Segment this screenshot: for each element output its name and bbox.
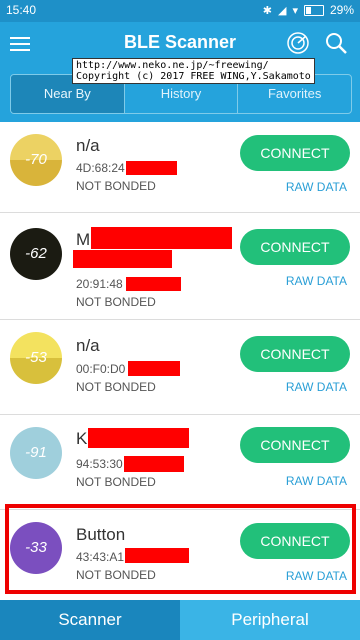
rssi-badge: -62 <box>10 228 62 280</box>
bond-status: NOT BONDED <box>76 380 156 394</box>
device-row[interactable]: -91 K 94:53:30 NOT BONDED CONNECT RAW DA… <box>0 415 360 510</box>
connect-button[interactable]: CONNECT <box>240 135 350 171</box>
search-icon[interactable] <box>324 31 348 55</box>
device-address: 94:53:30 <box>76 457 123 471</box>
device-row[interactable]: -62 M 20:91:48 NOT BONDED CONNECT RAW DA… <box>0 213 360 320</box>
device-row[interactable]: -53 n/a 00:F0:D0 NOT BONDED CONNECT RAW … <box>0 320 360 415</box>
rssi-badge: -91 <box>10 427 62 479</box>
raw-data-link[interactable]: RAW DATA <box>286 380 347 394</box>
status-bar: 15:40 ✱ ◢ ▾ 29% <box>0 0 360 22</box>
connect-button[interactable]: CONNECT <box>240 336 350 372</box>
battery-level: 29% <box>329 3 354 17</box>
bluetooth-icon: ✱ <box>262 4 272 17</box>
device-row[interactable]: -70 n/a 4D:68:24 NOT BONDED CONNECT RAW … <box>0 122 360 213</box>
highlight-box <box>5 504 356 594</box>
tab-peripheral[interactable]: Peripheral <box>180 600 360 640</box>
device-address: 4D:68:24 <box>76 161 125 175</box>
redaction-block <box>126 161 177 175</box>
device-name: M <box>76 230 91 249</box>
redaction-block <box>91 227 232 249</box>
wifi-icon: ▾ <box>292 4 298 17</box>
radar-icon[interactable] <box>286 31 310 55</box>
device-address: 20:91:48 <box>76 277 123 291</box>
tab-scanner[interactable]: Scanner <box>0 600 180 640</box>
redaction-block <box>73 250 172 268</box>
redaction-block <box>124 456 184 472</box>
device-address: 00:F0:D0 <box>76 362 126 376</box>
bond-status: NOT BONDED <box>76 475 156 489</box>
raw-data-link[interactable]: RAW DATA <box>286 474 347 488</box>
bond-status: NOT BONDED <box>76 295 156 309</box>
device-name: K <box>76 429 88 448</box>
battery-icon <box>303 4 324 16</box>
redaction-block <box>128 361 180 376</box>
signal-icon: ◢ <box>277 4 287 17</box>
device-name: n/a <box>76 336 100 355</box>
rssi-badge: -53 <box>10 332 62 384</box>
rssi-badge: -70 <box>10 134 62 186</box>
bottom-nav: Scanner Peripheral <box>0 600 360 640</box>
redaction-block <box>126 277 181 291</box>
copyright-overlay: http://www.neko.ne.jp/~freewing/ Copyrig… <box>72 58 315 84</box>
bond-status: NOT BONDED <box>76 179 156 193</box>
redaction-block <box>88 428 189 448</box>
connect-button[interactable]: CONNECT <box>240 229 350 265</box>
raw-data-link[interactable]: RAW DATA <box>286 274 347 288</box>
status-time: 15:40 <box>6 3 37 17</box>
device-name: n/a <box>76 136 100 155</box>
connect-button[interactable]: CONNECT <box>240 427 350 463</box>
status-icons: ✱ ◢ ▾ 29% <box>263 3 354 17</box>
raw-data-link[interactable]: RAW DATA <box>286 180 347 194</box>
